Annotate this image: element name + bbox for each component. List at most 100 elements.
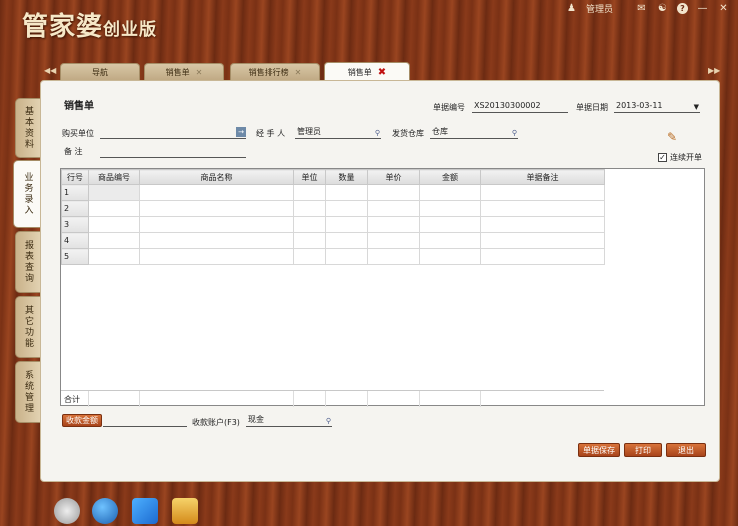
cell[interactable] [480,216,605,233]
sidebar-item-business-entry[interactable]: 业务录入 [13,160,42,228]
cell[interactable] [419,232,481,249]
mail-icon[interactable]: ✉ [635,3,648,15]
close-icon[interactable]: ✖ [378,67,386,78]
cell[interactable] [367,248,420,265]
sidebar-item-report-query[interactable]: 报表查询 [15,231,41,293]
cell[interactable] [139,200,294,217]
cell[interactable] [367,184,420,201]
cell[interactable] [88,232,140,249]
doc-no-label: 单据编号 [433,103,465,112]
cell[interactable] [480,232,605,249]
col-unit[interactable]: 单位 [293,169,326,185]
cell[interactable] [419,216,481,233]
buyer-field[interactable]: → [100,126,246,139]
doc-date-field[interactable]: 2013-03-11 ▼ [614,100,700,113]
cell[interactable] [139,184,294,201]
table-row[interactable]: 3 [61,216,605,233]
cell[interactable] [480,248,605,265]
cell[interactable] [480,184,605,201]
search-icon[interactable]: ⚲ [326,415,331,427]
sidebar-item-system-management[interactable]: 系统管理 [15,361,41,423]
col-price[interactable]: 单价 [367,169,420,185]
account-field[interactable]: 现金 ⚲ [246,414,332,427]
cell[interactable] [293,184,326,201]
close-window-icon[interactable]: ✕ [717,3,730,15]
cell[interactable] [139,232,294,249]
search-icon[interactable]: ⚲ [512,127,517,139]
close-icon[interactable]: ✕ [196,68,203,77]
receive-amount-field[interactable] [103,414,187,427]
chevron-down-icon[interactable]: ▼ [694,101,699,113]
globe-icon[interactable] [92,498,118,524]
edit-icon[interactable]: ✎ [667,130,677,144]
cell[interactable] [325,200,368,217]
col-product-name[interactable]: 商品名称 [139,169,294,185]
current-user: 管理员 [585,5,613,15]
cell[interactable] [325,216,368,233]
table-row[interactable]: 4 [61,232,605,249]
remark-label: 备 注 [64,147,83,156]
sidebar-item-basic-data[interactable]: 基本资料 [15,98,41,158]
remark-field[interactable] [100,145,246,158]
cell[interactable] [293,216,326,233]
skin-icon[interactable]: ☯ [656,3,669,15]
cell[interactable] [293,200,326,217]
save-button[interactable]: 单据保存 [578,443,620,457]
sidebar-item-label: 系统管理 [23,370,33,414]
table-row[interactable]: 5 [61,248,605,265]
cell[interactable] [293,248,326,265]
tab-navigation[interactable]: 导航 [60,63,140,81]
sidebar-item-other-functions[interactable]: 其它功能 [15,296,41,358]
cell[interactable] [325,232,368,249]
cell[interactable] [367,216,420,233]
search-icon[interactable]: ⚲ [375,127,380,139]
cell[interactable] [367,232,420,249]
exit-button[interactable]: 退出 [666,443,706,457]
cell[interactable] [325,184,368,201]
close-icon[interactable]: ✕ [295,68,302,77]
table-row[interactable]: 1 [61,184,605,201]
row-number: 2 [61,200,89,217]
sidebar-item-label: 其它功能 [23,305,33,349]
print-button[interactable]: 打印 [624,443,662,457]
col-quantity[interactable]: 数量 [325,169,368,185]
doc-date-label: 单据日期 [576,103,608,112]
cell[interactable] [480,200,605,217]
cell[interactable] [419,248,481,265]
tab-sales-order[interactable]: 销售单 ✕ [144,63,224,81]
col-amount[interactable]: 金额 [419,169,481,185]
continuous-checkbox[interactable]: ✓ [658,153,667,162]
cell[interactable] [419,200,481,217]
chart-app-icon[interactable] [132,498,158,524]
buyer-lookup-icon[interactable]: → [236,127,246,137]
cell[interactable] [325,248,368,265]
tab-sales-ranking[interactable]: 销售排行榜 ✕ [230,63,320,81]
handler-field[interactable]: 管理员 ⚲ [295,126,381,139]
warehouse-field[interactable]: 仓库 ⚲ [430,126,518,139]
user-icon[interactable]: ♟ [565,3,578,15]
top-toolbar: ♟ 管理员 ✉ ☯ ? — ✕ [565,2,730,15]
cell[interactable] [88,216,140,233]
col-remark[interactable]: 单据备注 [480,169,605,185]
cell[interactable] [367,200,420,217]
cell[interactable] [88,200,140,217]
account-label: 收款账户(F3) [192,418,240,427]
minimize-icon[interactable]: — [696,3,709,15]
cell[interactable] [88,184,140,201]
help-icon[interactable]: ? [677,3,688,14]
tab-sales-order-active[interactable]: 销售单 ✖ [324,62,410,82]
cell[interactable] [293,232,326,249]
cell[interactable] [419,184,481,201]
user-app-icon[interactable] [172,498,198,524]
doc-no-field[interactable]: XS20130300002 [472,100,568,113]
total-label: 合计 [64,395,80,404]
cell[interactable] [139,248,294,265]
col-row-no[interactable]: 行号 [61,169,89,185]
settings-icon[interactable] [54,498,80,524]
cell[interactable] [139,216,294,233]
cell[interactable] [88,248,140,265]
table-row[interactable]: 2 [61,200,605,217]
col-product-code[interactable]: 商品编号 [88,169,140,185]
receive-amount-button[interactable]: 收款金额 [62,414,102,427]
continuous-option[interactable]: ✓ 连续开单 [658,152,702,163]
